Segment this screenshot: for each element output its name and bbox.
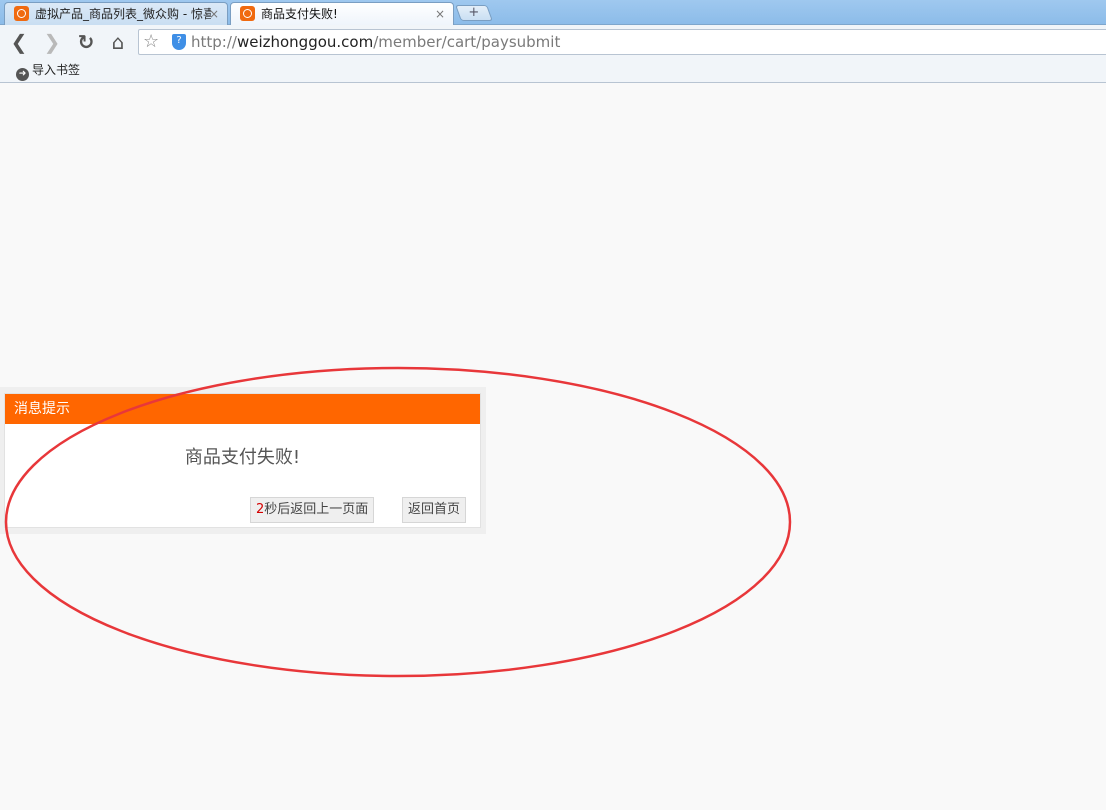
reload-icon: ↻ <box>77 30 95 54</box>
tab-title: 虚拟产品_商品列表_微众购 - 惊喜 <box>35 7 211 21</box>
star-icon[interactable]: ☆ <box>143 32 159 52</box>
message-header: 消息提示 <box>5 394 480 424</box>
message-box-shadow: 消息提示 商品支付失败! 2秒后返回上一页面 返回首页 <box>0 387 486 534</box>
address-bar[interactable]: ☆ ? http://weizhonggou.com/member/cart/p… <box>138 29 1106 55</box>
home-button[interactable]: ⌂ <box>107 31 129 53</box>
back-to-previous-button[interactable]: 2秒后返回上一页面 <box>250 497 375 523</box>
back-arrow-icon: ❮ <box>10 30 28 54</box>
home-icon: ⌂ <box>111 30 125 54</box>
tab-pay-failed[interactable]: 商品支付失败! × <box>230 2 454 26</box>
back-prev-label: 秒后返回上一页面 <box>264 502 369 517</box>
weizhonggou-logo-icon <box>240 6 255 21</box>
bookmarks-bar: ➜ 导入书签 <box>0 59 1106 83</box>
new-tab-button[interactable]: + <box>455 5 493 21</box>
url-text[interactable]: http://weizhonggou.com/member/cart/paysu… <box>191 33 560 51</box>
weizhonggou-logo-icon <box>14 6 29 21</box>
import-arrow-icon: ➜ <box>16 68 29 81</box>
message-box: 消息提示 商品支付失败! 2秒后返回上一页面 返回首页 <box>4 393 481 528</box>
forward-button[interactable]: ❯ <box>41 31 63 53</box>
close-icon[interactable]: × <box>435 4 445 24</box>
back-home-button[interactable]: 返回首页 <box>402 497 467 523</box>
url-path: /member/cart/paysubmit <box>373 33 561 51</box>
forward-arrow-icon: ❯ <box>43 30 61 54</box>
plus-icon: + <box>468 5 480 20</box>
tab-virtual-products[interactable]: 虚拟产品_商品列表_微众购 - 惊喜 × <box>4 2 228 25</box>
close-icon[interactable]: × <box>209 4 219 24</box>
shield-icon[interactable]: ? <box>172 34 186 50</box>
reload-button[interactable]: ↻ <box>75 31 97 53</box>
import-bookmarks-label: 导入书签 <box>32 63 81 77</box>
url-prefix: http:// <box>191 33 237 51</box>
tab-title: 商品支付失败! <box>261 7 338 21</box>
import-bookmarks-link[interactable]: ➜ 导入书签 <box>16 62 81 81</box>
url-host: weizhonggou.com <box>236 33 374 51</box>
back-button[interactable]: ❮ <box>8 31 30 53</box>
browser-toolbar: ❮ ❯ ↻ ⌂ ☆ ? http://weizhonggou.com/membe… <box>0 25 1106 59</box>
message-text: 商品支付失败! <box>184 447 301 468</box>
tab-strip: 虚拟产品_商品列表_微众购 - 惊喜 × 商品支付失败! × + <box>0 0 1106 26</box>
